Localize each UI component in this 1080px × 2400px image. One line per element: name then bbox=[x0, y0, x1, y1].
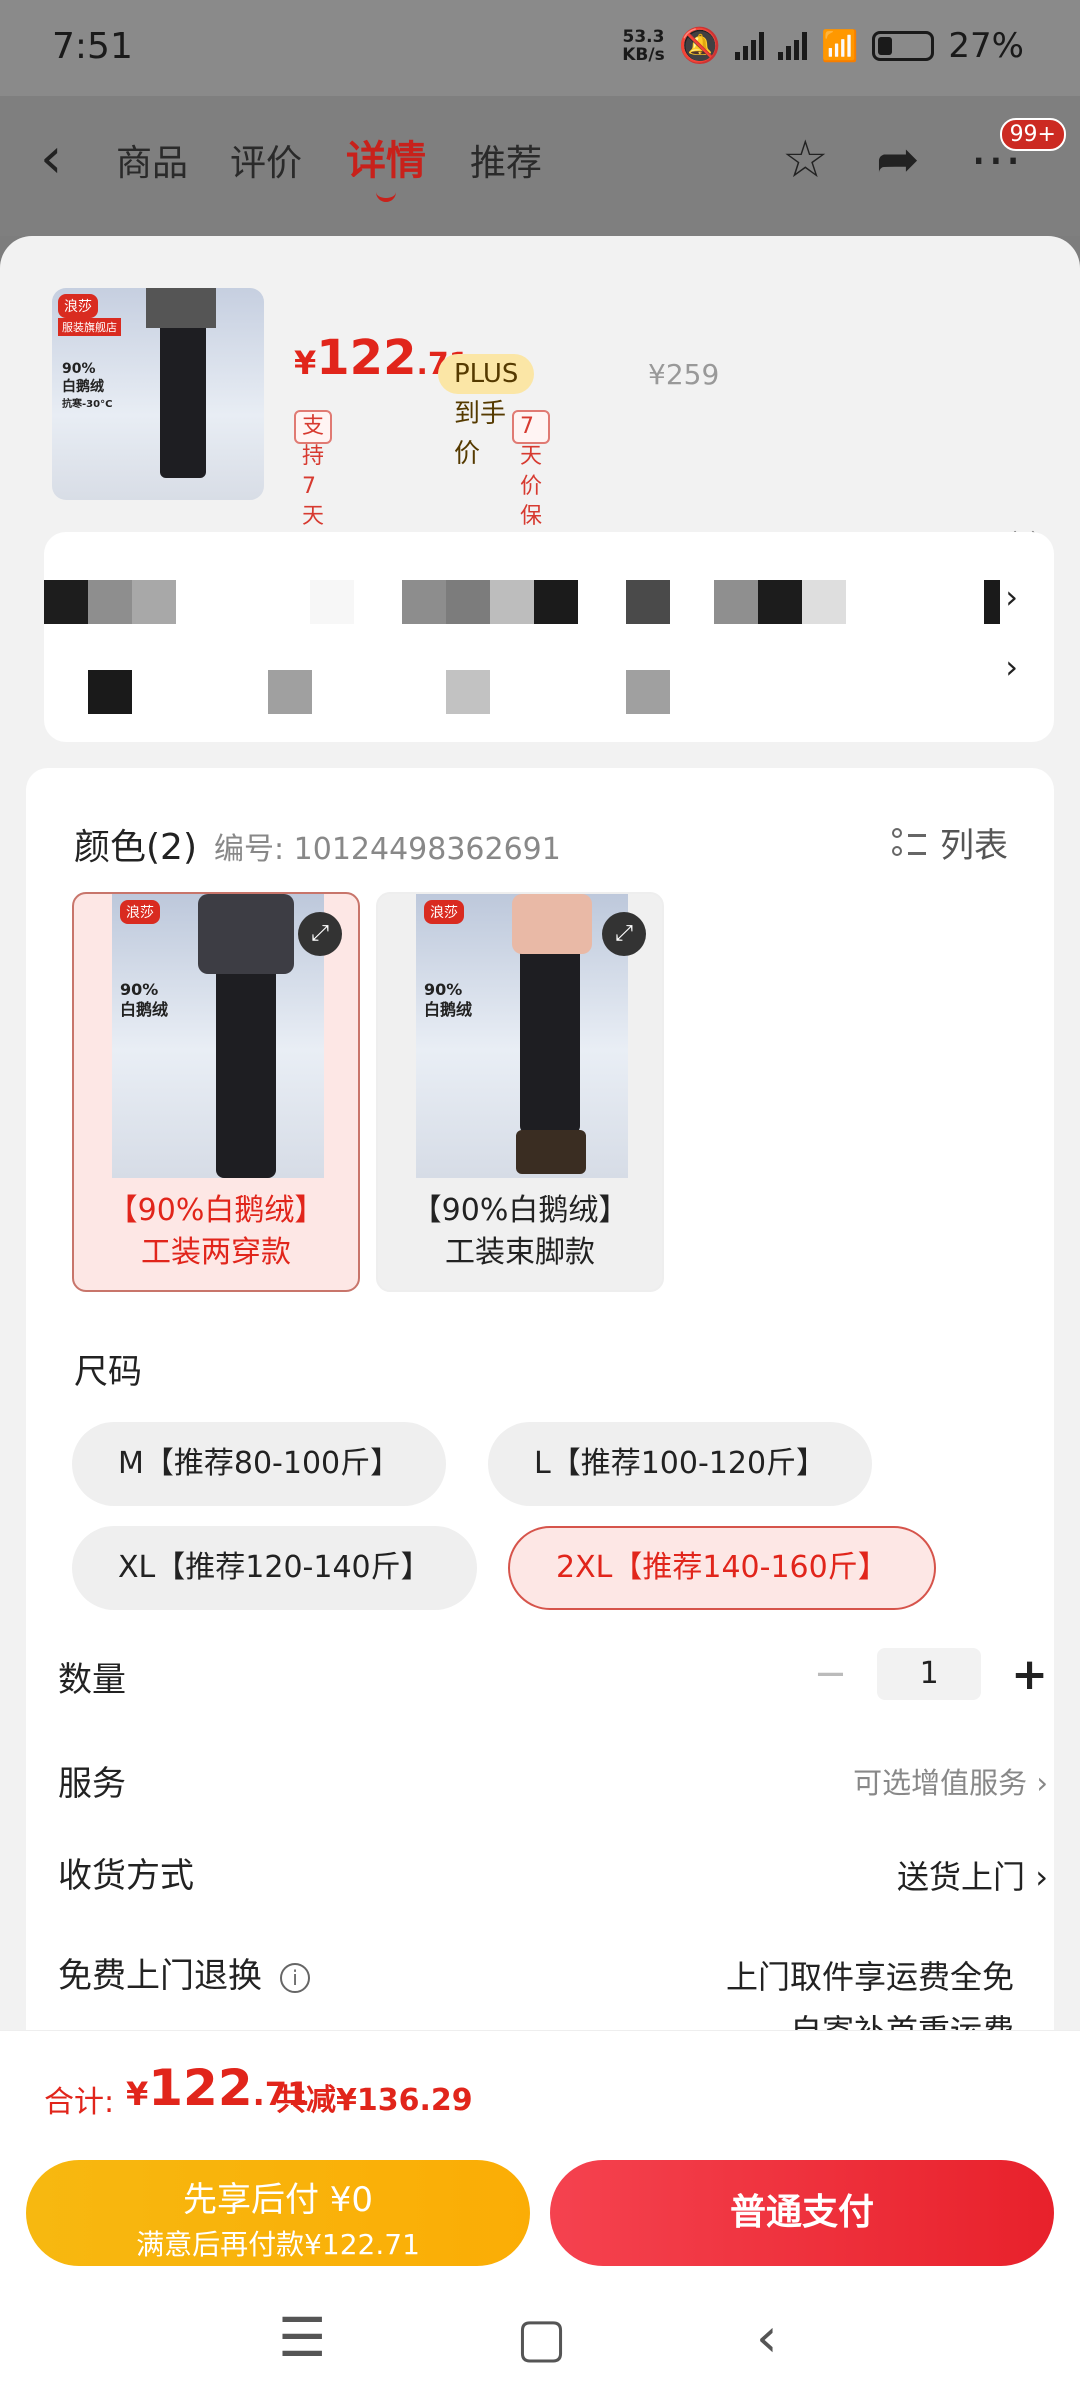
delivery-row[interactable]: 收货方式 送货上门 › bbox=[58, 1848, 1048, 1908]
tab-details[interactable]: 详情 bbox=[346, 128, 426, 202]
chevron-right-icon: › bbox=[1005, 648, 1018, 686]
plus-price-badge: PLUS到手价 bbox=[438, 354, 535, 469]
star-icon[interactable]: ☆ bbox=[782, 130, 829, 190]
battery-icon bbox=[872, 31, 935, 61]
price-protect-tag: 7天价保 bbox=[512, 410, 550, 529]
payment-bar: 先享后付 ¥0 满意后再付款¥122.71 普通支付 bbox=[0, 2146, 1080, 2278]
size-option-l[interactable]: L【推荐100-120斤】 bbox=[488, 1422, 873, 1506]
quantity-row: 数量 − 1 + bbox=[58, 1648, 1048, 1712]
delivery-label: 收货方式 bbox=[58, 1856, 194, 1896]
variant-image: 浪莎 90% 白鹅绒 bbox=[416, 894, 628, 1178]
decrement-button[interactable]: − bbox=[814, 1651, 848, 1697]
status-bar: 7:51 53.3 KB/s 🔕 📶 27% bbox=[0, 0, 1080, 96]
list-icon bbox=[892, 826, 926, 860]
sku-number: 编号: 10124498362691 bbox=[214, 832, 561, 867]
tab-product[interactable]: 商品 bbox=[116, 134, 188, 186]
tab-reviews[interactable]: 评价 bbox=[230, 134, 302, 186]
chevron-right-icon: › bbox=[1036, 1766, 1048, 1800]
quantity-stepper: − 1 + bbox=[814, 1648, 1048, 1700]
home-icon[interactable]: ▢ bbox=[516, 2306, 567, 2369]
quantity-label: 数量 bbox=[58, 1660, 126, 1700]
variant-label: 工装束脚款 bbox=[445, 1235, 595, 1270]
original-price: ¥259 bbox=[648, 358, 720, 391]
return-policy-tag: 支持7天无理由退货 bbox=[294, 410, 333, 679]
size-option-xl[interactable]: XL【推荐120-140斤】 bbox=[72, 1526, 477, 1610]
free-return-label: 免费上门退换 bbox=[58, 1956, 262, 1996]
status-time: 7:51 bbox=[52, 26, 133, 67]
tab-recommend[interactable]: 推荐 bbox=[470, 134, 542, 186]
signal-icon bbox=[735, 32, 765, 60]
spec-card: 颜色(2) 编号: 10124498362691 列表 浪莎 90% 白鹅绒 ⤢… bbox=[26, 768, 1054, 2068]
color-option-two-way[interactable]: 浪莎 90% 白鹅绒 ⤢ 【90%白鹅绒】 工装两穿款 bbox=[72, 892, 360, 1292]
size-option-m[interactable]: M【推荐80-100斤】 bbox=[72, 1422, 447, 1506]
variant-label: 【90%白鹅绒】 bbox=[411, 1193, 629, 1228]
free-return-value: 上门取件享运费全免 bbox=[725, 1958, 1014, 1996]
expand-icon[interactable]: ⤢ bbox=[298, 912, 342, 956]
network-speed: 53.3 KB/s bbox=[622, 27, 665, 65]
chevron-left-icon[interactable]: ‹ bbox=[40, 126, 62, 191]
service-row[interactable]: 服务 可选增值服务 › bbox=[58, 1756, 1048, 1816]
notification-badge: 99+ bbox=[999, 118, 1066, 151]
status-icons: 53.3 KB/s 🔕 📶 27% bbox=[622, 26, 1024, 66]
chevron-right-icon: › bbox=[1005, 578, 1018, 616]
product-thumbnail[interactable]: 浪莎 服装旗舰店 90% 白鹅绒 抗寒-30°C bbox=[52, 288, 264, 500]
top-navigation: ‹ 商品 评价 详情 推荐 ☆ ➦ ⋯ 99+ bbox=[0, 96, 1080, 236]
list-view-button[interactable]: 列表 bbox=[892, 818, 1008, 867]
increment-button[interactable]: + bbox=[1011, 1649, 1048, 1700]
signal-icon-2 bbox=[778, 32, 808, 60]
service-value: 可选增值服务 bbox=[853, 1766, 1028, 1800]
variant-label: 【90%白鹅绒】 bbox=[107, 1193, 325, 1228]
variant-label: 工装两穿款 bbox=[141, 1235, 291, 1270]
mute-icon: 🔕 bbox=[678, 26, 722, 66]
variant-image: 浪莎 90% 白鹅绒 bbox=[112, 894, 324, 1178]
back-icon[interactable]: ‹ bbox=[756, 2306, 778, 2369]
wifi-icon: 📶 bbox=[821, 28, 859, 64]
system-nav-bar: ☰ ▢ ‹ bbox=[0, 2278, 1080, 2400]
free-return-row[interactable]: 免费上门退换i 上门取件享运费全免 自寄补首重运费 bbox=[58, 1948, 1048, 2050]
size-option-2xl[interactable]: 2XL【推荐140-160斤】 bbox=[508, 1526, 936, 1610]
info-icon[interactable]: i bbox=[280, 1962, 310, 1993]
chevron-right-icon: › bbox=[1035, 1858, 1048, 1896]
service-label: 服务 bbox=[58, 1764, 126, 1804]
expand-icon[interactable]: ⤢ bbox=[602, 912, 646, 956]
quantity-input[interactable]: 1 bbox=[877, 1648, 982, 1700]
blurred-promo-card[interactable]: › › bbox=[44, 532, 1054, 742]
battery-level: 27% bbox=[948, 26, 1024, 66]
discount-amount: 共减¥136.29 bbox=[276, 2083, 473, 2118]
color-title: 颜色(2) bbox=[74, 827, 197, 868]
menu-icon[interactable]: ☰ bbox=[278, 2306, 326, 2369]
normal-pay-button[interactable]: 普通支付 bbox=[550, 2160, 1054, 2266]
total-bar: 合计: ¥122.71 共减¥136.29 bbox=[0, 2030, 1080, 2146]
delivery-value: 送货上门 bbox=[897, 1858, 1026, 1896]
share-icon[interactable]: ➦ bbox=[876, 130, 920, 190]
pay-later-button[interactable]: 先享后付 ¥0 满意后再付款¥122.71 bbox=[26, 2160, 530, 2266]
color-option-cuffed[interactable]: 浪莎 90% 白鹅绒 ⤢ 【90%白鹅绒】 工装束脚款 bbox=[376, 892, 664, 1292]
total-label: 合计: bbox=[44, 2085, 115, 2120]
size-title: 尺码 bbox=[74, 1352, 142, 1392]
